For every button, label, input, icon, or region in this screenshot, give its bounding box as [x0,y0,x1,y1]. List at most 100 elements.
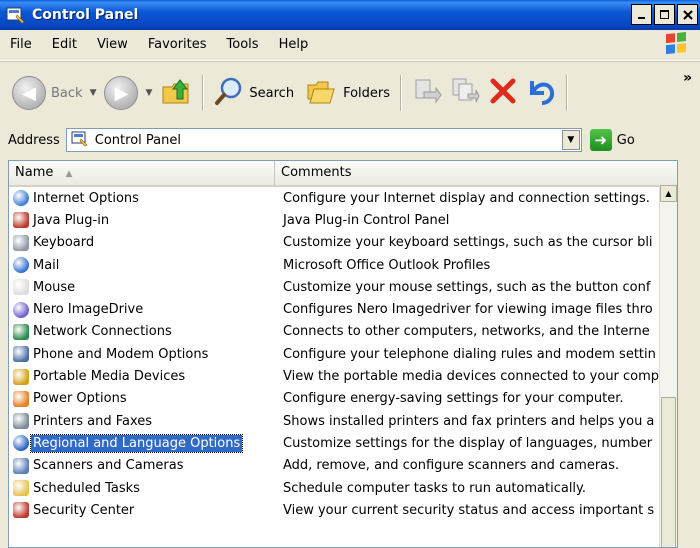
item-name: Scheduled Tasks [33,480,140,496]
items-list-view: Name ▲ Comments Internet Options Configur… [8,160,678,548]
list-item[interactable]: Phone and Modem Options Configure your te… [9,343,677,365]
item-name-cell[interactable]: Security Center [9,502,275,519]
item-comment: Configure your telephone dialing rules a… [283,346,656,362]
phone-icon [13,346,29,363]
item-comment: Customize settings for the display of la… [283,435,653,451]
item-name-cell[interactable]: Portable Media Devices [9,368,275,385]
forward-dropdown-icon[interactable]: ▼ [145,88,152,98]
item-comment: Configure your Internet display and conn… [283,190,650,206]
media-device-icon [13,368,29,385]
item-name: Phone and Modem Options [33,346,209,362]
list-item[interactable]: Network Connections Connects to other com… [9,321,677,343]
item-name-cell[interactable]: Scanners and Cameras [9,457,275,474]
item-name: Scanners and Cameras [33,458,184,474]
list-item[interactable]: Regional and Language Options Customize s… [9,432,677,454]
back-button[interactable]: ◀ Back ▼ [8,73,100,113]
disc-icon [13,301,29,318]
control-panel-icon [6,6,26,24]
minimize-button[interactable] [631,4,652,25]
item-comment: Shows installed printers and fax printer… [283,413,655,429]
go-arrow-icon: ➜ [589,129,612,151]
go-button[interactable]: ➜ Go [589,129,635,151]
search-label: Search [249,85,295,101]
close-button[interactable] [677,4,698,25]
vertical-scrollbar[interactable]: ▲ [659,185,677,547]
scrollbar-thumb[interactable] [661,397,676,547]
menu-help[interactable]: Help [269,30,319,60]
toolbar-separator [566,75,569,111]
list-item[interactable]: Keyboard Customize your keyboard settings… [9,232,677,254]
item-name-cell[interactable]: Java Plug-in [9,212,275,229]
up-folder-button[interactable] [156,73,196,113]
list-item[interactable]: Nero ImageDrive Configures Nero Imagedriv… [9,298,677,320]
item-name-cell[interactable]: Mail [9,257,275,274]
list-item[interactable]: Portable Media Devices View the portable … [9,365,677,387]
item-name-cell[interactable]: Internet Options [9,190,275,207]
item-name-cell[interactable]: Phone and Modem Options [9,346,275,363]
item-name: Security Center [33,502,135,518]
scanner-icon [13,457,29,474]
menu-file[interactable]: File [0,30,42,60]
toolbar-more-chevron-icon[interactable]: » [683,70,692,86]
item-name-cell[interactable]: Mouse [9,279,275,296]
printer-icon [13,413,29,430]
list-item[interactable]: Java Plug-in Java Plug-in Control Panel [9,209,677,231]
copy-to-icon [450,76,480,110]
item-name: Internet Options [33,190,139,206]
back-dropdown-icon[interactable]: ▼ [90,88,97,98]
menu-view[interactable]: View [87,30,138,60]
toolbar-separator [400,75,403,111]
toolbar: ◀ Back ▼ ▶ ▼ Search Folders » [0,61,700,125]
folders-button[interactable]: Folders [302,73,394,113]
item-name-cell[interactable]: Network Connections [9,323,275,340]
item-name-cell[interactable]: Scheduled Tasks [9,480,275,497]
address-field[interactable]: Control Panel ▼ [65,128,582,152]
item-name-cell[interactable]: Nero ImageDrive [9,301,275,318]
list-item[interactable]: Security Center View your current securit… [9,499,677,521]
mail-icon [13,257,29,274]
name-column-header[interactable]: Name ▲ [9,161,275,185]
maximize-button[interactable] [654,4,675,25]
item-rows: Internet Options Configure your Internet … [9,187,677,521]
item-comment: Customize your mouse settings, such as t… [283,279,651,295]
menu-favorites[interactable]: Favorites [138,30,217,60]
comments-column-label: Comments [281,165,352,180]
copy-to-button[interactable] [446,73,484,113]
list-item[interactable]: Mail Microsoft Office Outlook Profiles [9,254,677,276]
forward-button[interactable]: ▶ ▼ [100,73,156,113]
address-value: Control Panel [94,132,181,148]
name-column-label: Name [15,165,54,180]
item-name: Regional and Language Options [29,433,244,453]
scroll-up-icon[interactable]: ▲ [660,185,677,202]
menu-tools[interactable]: Tools [217,30,269,60]
item-comment: Customize your keyboard settings, such a… [283,235,653,251]
move-to-button[interactable] [408,73,446,113]
item-comment: Add, remove, and configure scanners and … [283,458,620,474]
item-name-cell[interactable]: Keyboard [9,234,275,251]
list-item[interactable]: Power Options Configure energy-saving set… [9,388,677,410]
item-comment: Connects to other computers, networks, a… [283,324,650,340]
title-bar[interactable]: Control Panel [0,0,700,30]
search-button[interactable]: Search [210,73,298,113]
list-item[interactable]: Scheduled Tasks Schedule computer tasks t… [9,477,677,499]
up-folder-icon [160,75,192,111]
menu-edit[interactable]: Edit [42,30,87,60]
address-dropdown-icon[interactable]: ▼ [561,130,580,150]
comments-column-header[interactable]: Comments [275,161,677,185]
keyboard-icon [13,234,29,251]
list-item[interactable]: Scanners and Cameras Add, remove, and con… [9,455,677,477]
item-name-cell[interactable]: Power Options [9,390,275,407]
item-name: Mouse [33,279,76,295]
list-item[interactable]: Internet Options Configure your Internet … [9,187,677,209]
list-item[interactable]: Printers and Faxes Shows installed printe… [9,410,677,432]
toolbar-separator [202,75,205,111]
undo-icon [526,76,556,110]
item-comment: Schedule computer tasks to run automatic… [283,480,587,496]
back-label: Back [51,85,83,101]
item-comment: Java Plug-in Control Panel [283,212,450,228]
delete-button[interactable] [484,73,522,113]
item-name-cell[interactable]: Printers and Faxes [9,413,275,430]
list-item[interactable]: Mouse Customize your mouse settings, such… [9,276,677,298]
undo-button[interactable] [522,73,560,113]
item-name-cell[interactable]: Regional and Language Options [9,433,275,453]
